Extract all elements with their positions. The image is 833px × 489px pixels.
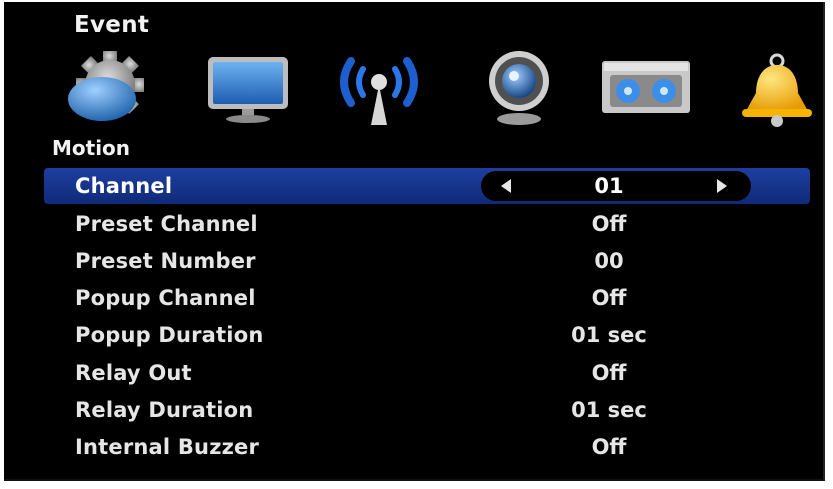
row-value: 01 sec <box>571 323 647 347</box>
row-label: Popup Channel <box>75 286 256 310</box>
monitor-icon[interactable] <box>204 47 294 131</box>
page-title: Event <box>74 12 150 38</box>
row-internal-buzzer[interactable]: Internal Buzzer Off <box>44 429 810 465</box>
arrow-left-icon[interactable] <box>501 179 511 193</box>
row-preset-number[interactable]: Preset Number 00 <box>44 243 810 279</box>
row-label: Relay Out <box>75 361 192 385</box>
row-label: Popup Duration <box>75 323 264 347</box>
row-value: 01 sec <box>571 398 647 422</box>
gear-icon[interactable] <box>62 47 162 131</box>
osd-screen: Event Motion Channel 01 Preset Channel O… <box>4 2 825 481</box>
row-preset-channel[interactable]: Preset Channel Off <box>44 206 810 242</box>
row-popup-duration[interactable]: Popup Duration 01 sec <box>44 317 810 353</box>
row-label: Relay Duration <box>75 398 254 422</box>
row-popup-channel[interactable]: Popup Channel Off <box>44 280 810 316</box>
bell-icon[interactable] <box>732 47 822 131</box>
row-label: Preset Number <box>75 249 256 273</box>
row-value: Off <box>591 212 627 236</box>
row-value: 01 <box>594 174 624 198</box>
menu-icon-bar <box>4 47 823 137</box>
row-label: Channel <box>75 174 173 198</box>
row-value: Off <box>591 286 627 310</box>
arrow-right-icon[interactable] <box>717 179 727 193</box>
row-value: 00 <box>594 249 624 273</box>
row-channel[interactable]: Channel 01 <box>44 168 810 204</box>
row-label: Preset Channel <box>75 212 258 236</box>
row-value: Off <box>591 361 627 385</box>
row-relay-out[interactable]: Relay Out Off <box>44 355 810 391</box>
section-title: Motion <box>52 136 131 160</box>
camera-icon[interactable] <box>474 47 564 131</box>
recorder-icon[interactable] <box>598 47 694 131</box>
network-icon[interactable] <box>329 47 429 131</box>
row-label: Internal Buzzer <box>75 435 260 459</box>
row-value: Off <box>591 435 627 459</box>
row-relay-duration[interactable]: Relay Duration 01 sec <box>44 392 810 428</box>
